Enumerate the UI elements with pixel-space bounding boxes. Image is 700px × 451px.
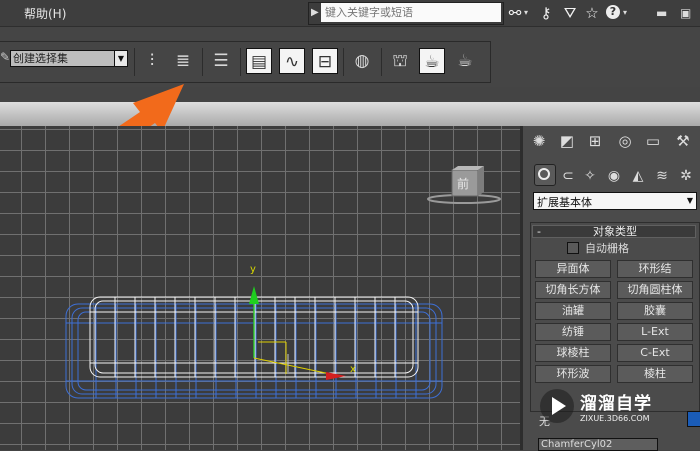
curve-editor-icon[interactable]: ∿ — [279, 48, 305, 74]
minimize-button[interactable]: ▬ — [656, 6, 667, 20]
watermark-logo-icon — [540, 389, 574, 423]
search-expand-icon[interactable]: ▶ — [311, 7, 319, 18]
exchange-icon[interactable]: ⛛ — [560, 3, 580, 23]
object-button[interactable]: 油罐 — [535, 302, 611, 320]
toolbar-divider — [381, 48, 382, 76]
search-options-arrow-icon[interactable]: ▾ — [524, 8, 528, 17]
object-name-field[interactable]: ChamferCyl02 — [538, 438, 658, 451]
rendered-frame-window-icon[interactable]: ☕ — [419, 48, 445, 74]
layer-manager-icon[interactable]: ☰ — [208, 48, 234, 74]
toolbar-divider — [343, 48, 344, 76]
object-button[interactable]: 球棱柱 — [535, 344, 611, 362]
watermark-title: 溜溜自学 — [580, 394, 652, 414]
help-icon[interactable]: ? — [606, 5, 620, 19]
lights-icon[interactable]: ✧ — [579, 166, 601, 186]
category-value: 扩展基本体 — [537, 196, 592, 209]
menu-bar: 帮助(H) ▶ ⚯ ▾ ⚷ ⛛ ☆ ? ▾ ▬ ▣ — [0, 0, 700, 27]
align-icon[interactable]: ≣ — [170, 48, 196, 74]
collapse-icon: - — [537, 225, 541, 238]
help-dropdown-arrow-icon[interactable]: ▾ — [623, 8, 627, 17]
viewcube: 前 — [427, 166, 501, 204]
object-button[interactable]: 环形结 — [617, 260, 693, 278]
display-icon[interactable]: ▭ — [641, 130, 665, 152]
render-production-icon[interactable]: ☕ — [452, 48, 478, 74]
menu-item-help[interactable]: 帮助(H) — [24, 5, 66, 22]
object-button[interactable]: 纺锤 — [535, 323, 611, 341]
category-dropdown[interactable]: 扩展基本体 ▼ — [533, 192, 697, 210]
helpers-icon[interactable]: ◭ — [627, 166, 649, 186]
mirror-icon[interactable]: ⫶ — [139, 48, 165, 74]
schematic-view-icon[interactable]: ⊟ — [312, 48, 338, 74]
watermark: 溜溜自学 ZIXUE.3D66.COM — [540, 383, 670, 433]
space-warps-icon[interactable]: ≋ — [651, 166, 673, 186]
axis-x-label: x — [350, 364, 356, 375]
object-button[interactable]: 环形波 — [535, 365, 611, 383]
utilities-icon[interactable]: ⚒ — [671, 130, 695, 152]
object-color-swatch[interactable] — [687, 411, 700, 427]
chevron-down-icon: ▼ — [114, 51, 127, 66]
object-button[interactable]: 胶囊 — [617, 302, 693, 320]
object-button[interactable]: 棱柱 — [617, 365, 693, 383]
object-button[interactable]: 切角圆柱体 — [617, 281, 693, 299]
selection-set-value: 创建选择集 — [13, 52, 68, 65]
scene-explorer-icon[interactable]: ▤ — [246, 48, 272, 74]
star-icon[interactable]: ☆ — [582, 3, 602, 23]
hierarchy-icon[interactable]: ⊞ — [583, 130, 607, 152]
play-icon — [552, 397, 566, 415]
object-type-rollout-header[interactable]: 对象类型 - — [532, 225, 696, 238]
pencil-icon[interactable]: ✎ — [0, 50, 10, 64]
object-button[interactable]: C-Ext — [617, 344, 693, 362]
object-button[interactable]: 异面体 — [535, 260, 611, 278]
shapes-icon[interactable]: ⊂ — [557, 166, 579, 186]
systems-icon[interactable]: ✲ — [675, 166, 697, 186]
transform-gizmo — [249, 286, 346, 380]
sun-create-icon[interactable]: ✺ — [527, 130, 551, 152]
viewcube-front-label: 前 — [457, 176, 469, 191]
binoculars-icon[interactable]: ⚯ — [505, 3, 525, 23]
search-box: ▶ — [308, 2, 504, 25]
maximize-button[interactable]: ▣ — [680, 6, 691, 20]
cameras-icon[interactable]: ◉ — [603, 166, 625, 186]
axis-y-label: y — [250, 264, 256, 275]
rollout-title: 对象类型 — [593, 225, 637, 238]
auto-grid-checkbox[interactable] — [567, 242, 579, 254]
modify-icon[interactable]: ◩ — [555, 130, 579, 152]
toolbar-divider — [202, 48, 203, 76]
toolbar-divider — [240, 48, 241, 76]
render-setup-icon[interactable]: ⛫ — [387, 48, 413, 74]
object-button[interactable]: L-Ext — [617, 323, 693, 341]
search-input[interactable] — [321, 3, 501, 22]
watermark-url: ZIXUE.3D66.COM — [580, 414, 650, 423]
named-selection-set-dropdown[interactable]: 创建选择集 ▼ — [10, 50, 128, 67]
auto-grid-label: 自动栅格 — [585, 242, 629, 255]
perspective-viewport[interactable]: y x 前 — [0, 126, 520, 450]
chevron-down-icon: ▼ — [686, 196, 693, 205]
viewport-scene: y x 前 — [65, 166, 501, 399]
object-button[interactable]: 切角长方体 — [535, 281, 611, 299]
key-icon[interactable]: ⚷ — [536, 3, 556, 23]
material-editor-icon[interactable]: ◍ — [349, 48, 375, 74]
motion-icon[interactable]: ◎ — [613, 130, 637, 152]
toolbar-divider — [134, 48, 135, 76]
geometry-icon[interactable] — [534, 164, 556, 186]
